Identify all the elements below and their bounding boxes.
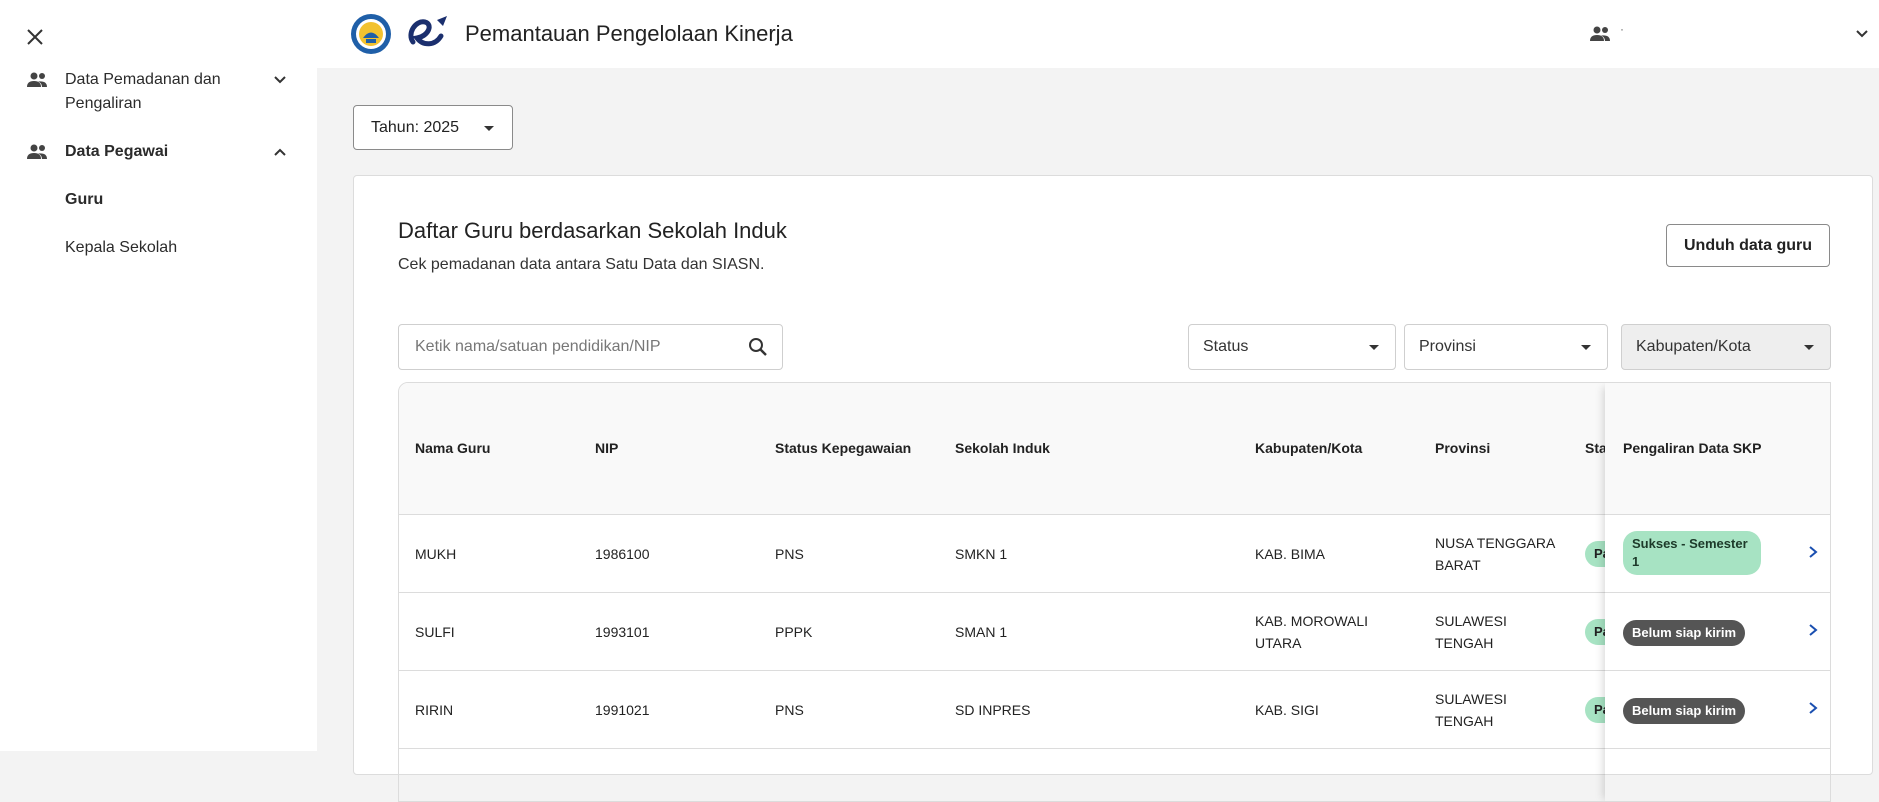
cell-kabupaten: KAB. BIMA (1255, 546, 1326, 562)
sticky-column-pengaliran: Pengaliran Data SKP Sukses - Semester 1 … (1605, 383, 1830, 801)
cell-status-kepegawaian: PNS (775, 702, 804, 718)
teacher-list-card: Daftar Guru berdasarkan Sekolah Induk Ce… (353, 175, 1873, 802)
chevron-down-icon[interactable] (272, 72, 288, 88)
card-title: Daftar Guru berdasarkan Sekolah Induk (398, 218, 787, 243)
pengaliran-status-badge: Sukses - Semester 1 (1623, 531, 1761, 575)
caret-down-icon (1369, 345, 1379, 350)
column-header-kabupaten[interactable]: Kabupaten/Kota (1255, 440, 1362, 456)
chevron-right-icon[interactable] (1806, 623, 1820, 637)
cell-provinsi: NUSA TENGGARA BARAT (1435, 535, 1555, 573)
status-filter[interactable]: Status (1188, 324, 1396, 370)
download-teacher-data-button[interactable]: Unduh data guru (1666, 224, 1830, 267)
cell-sekolah: SMAN 1 (955, 624, 1008, 640)
sticky-header-cell: Pengaliran Data SKP (1605, 383, 1830, 515)
year-select-value: Tahun: 2025 (371, 118, 460, 136)
search-input[interactable] (399, 325, 719, 369)
search-icon[interactable] (748, 337, 768, 357)
sticky-cell: Belum siap kirim (1605, 671, 1830, 749)
column-header-nama[interactable]: Nama Guru (415, 440, 490, 456)
cell-provinsi: SULAWESI TENGAH (1435, 691, 1507, 729)
top-header: Pemantauan Pengelolaan Kinerja · (317, 0, 1879, 68)
column-header-status-kepegawaian[interactable]: Status Kepegawaian (775, 440, 911, 456)
app-title: Pemantauan Pengelolaan Kinerja (465, 21, 793, 46)
cell-sekolah: SMKN 1 (955, 546, 1008, 562)
chevron-right-icon[interactable] (1806, 701, 1820, 715)
caret-down-icon (484, 126, 494, 131)
close-icon[interactable] (24, 26, 46, 48)
regency-filter[interactable]: Kabupaten/Kota (1621, 324, 1831, 370)
cell-nip: 1986100 (595, 546, 650, 562)
sidebar-item-data-pegawai[interactable]: Data Pegawai (26, 140, 288, 164)
sidebar-item-data-pemadanan[interactable]: Data Pemadanan dan Pengaliran (26, 68, 288, 116)
pengaliran-status-badge: Belum siap kirim (1623, 698, 1746, 724)
sticky-cell: Sukses - Semester 1 (1605, 515, 1830, 593)
cell-nip: 1993101 (595, 624, 650, 640)
cell-nama: MUKH (415, 546, 457, 562)
cell-status-kepegawaian: PPPK (775, 624, 813, 640)
cell-kabupaten: KAB. MOROWALI UTARA (1255, 613, 1369, 651)
cell-status-kepegawaian: PNS (775, 546, 804, 562)
column-header-sekolah[interactable]: Sekolah Induk (955, 440, 1050, 456)
province-filter-label: Provinsi (1419, 338, 1476, 355)
year-select[interactable]: Tahun: 2025 (353, 105, 513, 150)
sidebar-item-kepala-sekolah[interactable]: Kepala Sekolah (65, 239, 177, 257)
chevron-down-icon[interactable] (1854, 26, 1870, 42)
caret-down-icon (1581, 345, 1591, 350)
e-kinerja-logo (408, 16, 447, 47)
column-header-provinsi[interactable]: Provinsi (1435, 440, 1490, 456)
kemdikbud-logo (351, 14, 391, 54)
cell-nama: RIRIN (415, 702, 454, 718)
people-icon (27, 72, 47, 87)
regency-filter-label: Kabupaten/Kota (1636, 338, 1751, 355)
sidebar-item-label: Data Pegawai (65, 143, 169, 160)
sticky-cell: Belum siap kirim (1605, 593, 1830, 671)
search-field[interactable] (398, 324, 783, 370)
cell-nama: SULFI (415, 624, 455, 640)
teacher-table: Nama Guru NIP Status Kepegawaian Sekolah… (398, 382, 1831, 802)
column-header-nip[interactable]: NIP (595, 440, 618, 456)
cell-provinsi: SULAWESI TENGAH (1435, 613, 1507, 651)
cell-sekolah: SD INPRES (955, 702, 1031, 718)
chevron-up-icon[interactable] (272, 144, 288, 160)
card-subtitle: Cek pemadanan data antara Satu Data dan … (398, 256, 765, 273)
pengaliran-status-badge: Belum siap kirim (1623, 620, 1746, 646)
status-filter-label: Status (1203, 338, 1249, 355)
sidebar-item-label: Data Pemadanan dan Pengaliran (65, 71, 221, 112)
cell-nip: 1991021 (595, 702, 650, 718)
people-icon (1590, 26, 1610, 41)
user-name[interactable]: · (1620, 22, 1624, 36)
caret-down-icon (1804, 345, 1814, 350)
province-filter[interactable]: Provinsi (1404, 324, 1608, 370)
chevron-right-icon[interactable] (1806, 545, 1820, 559)
cell-kabupaten: KAB. SIGI (1255, 702, 1319, 718)
sidebar-item-guru[interactable]: Guru (65, 191, 103, 209)
people-icon (27, 144, 47, 159)
column-header-pengaliran[interactable]: Pengaliran Data SKP (1623, 440, 1762, 456)
sidebar: Data Pemadanan dan Pengaliran Data Pegaw… (0, 0, 317, 751)
